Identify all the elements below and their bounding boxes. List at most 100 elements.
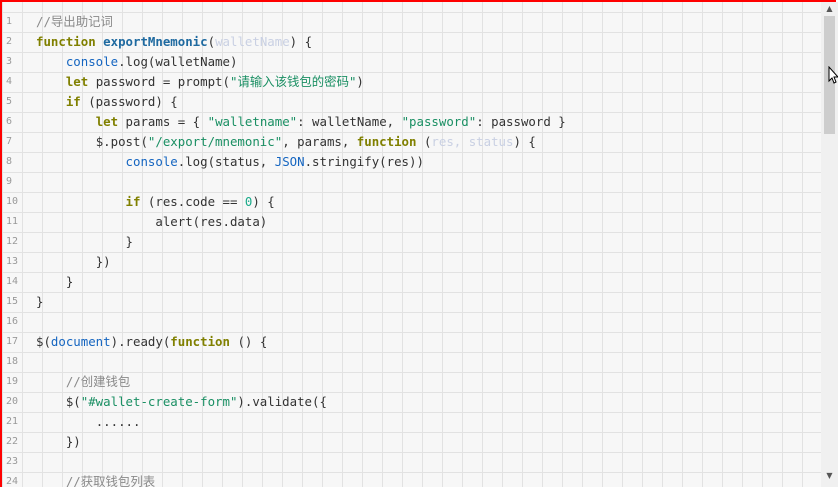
- code-text: params = {: [118, 114, 208, 129]
- code-line: ......: [36, 412, 815, 432]
- code-line: alert(res.data): [36, 212, 815, 232]
- parameter: walletName: [215, 34, 290, 49]
- code-text: }: [125, 234, 133, 249]
- code-text: }): [65, 434, 81, 449]
- keyword: function: [36, 34, 96, 49]
- code-text: $.post(: [95, 134, 148, 149]
- code-text: : walletName,: [297, 114, 402, 129]
- line-number: 13: [6, 256, 19, 267]
- code-text: }: [65, 274, 74, 289]
- code-text: password = prompt(: [88, 74, 230, 89]
- string: "/export/mnemonic": [147, 134, 283, 149]
- line-number: 17: [6, 336, 19, 347]
- line-number-gutter: 1 2 3 4 5 6 7 8 9 10 11 12 13 14 15 16 1…: [2, 12, 22, 487]
- code-line: $("#wallet-create-form").validate({: [36, 392, 815, 412]
- code-text: () {: [229, 334, 268, 349]
- code-line: $(document).ready(function () {: [36, 332, 815, 352]
- line-number: 14: [6, 276, 19, 287]
- code-text: alert(res.data): [155, 214, 268, 229]
- scroll-up-arrow-icon[interactable]: ▲: [821, 2, 838, 16]
- code-text: }: [36, 294, 44, 309]
- code-text: .stringify(res)): [304, 154, 424, 169]
- line-number: 1: [6, 16, 13, 27]
- line-number: 8: [6, 156, 13, 167]
- parameter: res, status: [431, 134, 514, 149]
- builtin-object: console: [65, 54, 119, 69]
- code-line: function exportMnemonic(walletName) {: [36, 32, 815, 52]
- code-line: }: [36, 272, 815, 292]
- code-text: , params,: [282, 134, 357, 149]
- code-line: console.log(status, JSON.stringify(res)): [36, 152, 815, 172]
- line-number: 24: [6, 476, 19, 487]
- keyword: if: [65, 94, 81, 109]
- keyword: function: [356, 134, 417, 149]
- line-number: 3: [6, 56, 13, 67]
- code-line: let password = prompt("请输入该钱包的密码"): [36, 72, 815, 92]
- line-number: 18: [6, 356, 19, 367]
- function-name: exportMnemonic: [103, 34, 208, 49]
- keyword: function: [170, 334, 230, 349]
- code-area[interactable]: //导出助记词 function exportMnemonic(walletNa…: [36, 12, 815, 487]
- code-line: }): [36, 252, 815, 272]
- line-number: 5: [6, 96, 13, 107]
- builtin-object: console: [125, 154, 178, 169]
- comment: //导出助记词: [36, 14, 113, 29]
- line-number: 4: [6, 76, 13, 87]
- line-number: 7: [6, 136, 13, 147]
- code-line: }: [36, 292, 815, 312]
- keyword: let: [65, 74, 89, 89]
- code-text: ).ready(: [110, 334, 171, 349]
- comment: //创建钱包: [65, 374, 131, 389]
- builtin-object: JSON: [274, 154, 305, 169]
- line-number: 11: [6, 216, 19, 227]
- line-number: 15: [6, 296, 19, 307]
- line-number: 19: [6, 376, 19, 387]
- code-line: }: [36, 232, 815, 252]
- line-number: 23: [6, 456, 19, 467]
- string: "请输入该钱包的密码": [229, 74, 357, 89]
- code-text: .log(status,: [177, 154, 275, 169]
- string: "walletname": [207, 114, 298, 129]
- code-line: //获取钱包列表: [36, 472, 815, 487]
- code-text: ) {: [252, 194, 275, 209]
- code-text: (: [416, 134, 432, 149]
- code-text: $(: [36, 334, 51, 349]
- code-text: (res.code ==: [140, 194, 245, 209]
- code-line: //导出助记词: [36, 12, 815, 32]
- comment: //获取钱包列表: [65, 474, 156, 487]
- code-line: $.post("/export/mnemonic", params, funct…: [36, 132, 815, 152]
- builtin-object: document: [50, 334, 111, 349]
- line-number: 16: [6, 316, 19, 327]
- scroll-down-arrow-icon[interactable]: ▼: [821, 469, 838, 483]
- string: "password": [401, 114, 477, 129]
- code-text: ): [356, 74, 364, 89]
- line-number: 9: [6, 176, 13, 187]
- line-number: 21: [6, 416, 19, 427]
- code-line: if (password) {: [36, 92, 815, 112]
- line-number: 2: [6, 36, 13, 47]
- line-number: 10: [6, 196, 19, 207]
- code-line: if (res.code == 0) {: [36, 192, 815, 212]
- code-text: : password }: [476, 114, 566, 129]
- code-text: ) {: [513, 134, 536, 149]
- code-text: }): [95, 254, 111, 269]
- code-text: ).validate({: [237, 394, 327, 409]
- line-number: 12: [6, 236, 19, 247]
- code-text: .log(walletName): [118, 54, 238, 69]
- line-number: 6: [6, 116, 13, 127]
- keyword: if: [125, 194, 141, 209]
- code-line: }): [36, 432, 815, 452]
- string: "#wallet-create-form": [80, 394, 238, 409]
- code-line: //创建钱包: [36, 372, 815, 392]
- mouse-cursor-icon: [828, 66, 838, 84]
- code-line: console.log(walletName): [36, 52, 815, 72]
- code-text: ......: [95, 414, 141, 429]
- line-number: 22: [6, 436, 19, 447]
- code-text: (password) {: [80, 94, 178, 109]
- code-editor[interactable]: 1 2 3 4 5 6 7 8 9 10 11 12 13 14 15 16 1…: [0, 0, 836, 487]
- code-line: let params = { "walletname": walletName,…: [36, 112, 815, 132]
- line-number: 20: [6, 396, 19, 407]
